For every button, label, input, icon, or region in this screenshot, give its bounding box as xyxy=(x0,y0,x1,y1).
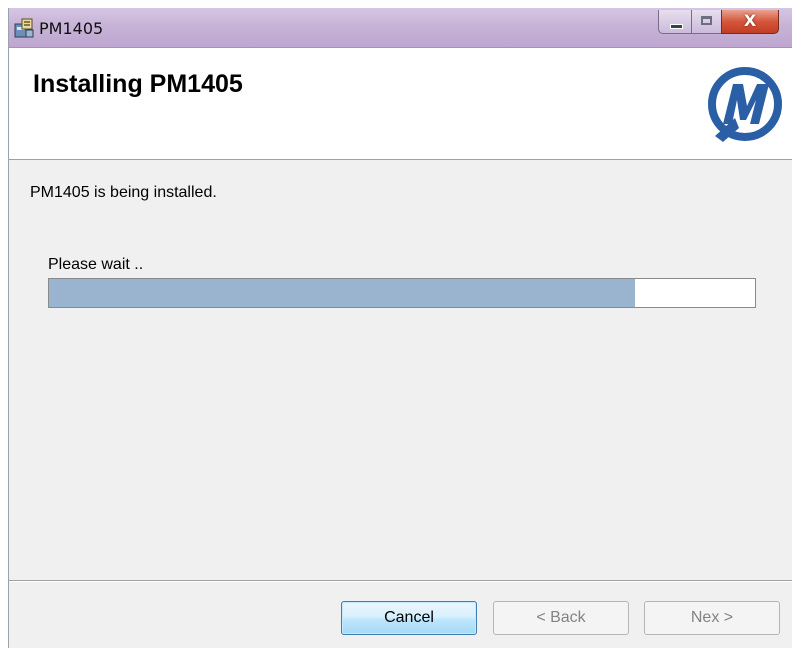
footer-divider xyxy=(9,580,792,582)
cancel-button[interactable]: Cancel xyxy=(341,601,477,635)
page-title: Installing PM1405 xyxy=(33,70,243,98)
window-controls: X xyxy=(658,10,779,36)
next-button[interactable]: Nex > xyxy=(644,601,780,635)
install-status-text: PM1405 is being installed. xyxy=(30,184,217,201)
close-icon: X xyxy=(743,11,757,30)
installer-app-icon xyxy=(14,18,34,38)
maximize-icon xyxy=(701,16,712,25)
installer-window: PM1405 X Installing PM1405 PM1405 is bei… xyxy=(8,8,792,648)
minimize-icon xyxy=(670,24,683,29)
title-bar[interactable]: PM1405 X xyxy=(9,8,792,48)
back-button[interactable]: < Back xyxy=(493,601,629,635)
header-banner: Installing PM1405 xyxy=(9,48,792,160)
window-title: PM1405 xyxy=(39,19,104,38)
close-button[interactable]: X xyxy=(721,10,779,34)
pm-logo-icon xyxy=(708,67,782,142)
install-progress-bar xyxy=(48,278,756,308)
maximize-button[interactable] xyxy=(691,10,721,34)
progress-fill xyxy=(49,279,635,307)
minimize-button[interactable] xyxy=(658,10,691,34)
please-wait-label: Please wait .. xyxy=(48,256,144,273)
